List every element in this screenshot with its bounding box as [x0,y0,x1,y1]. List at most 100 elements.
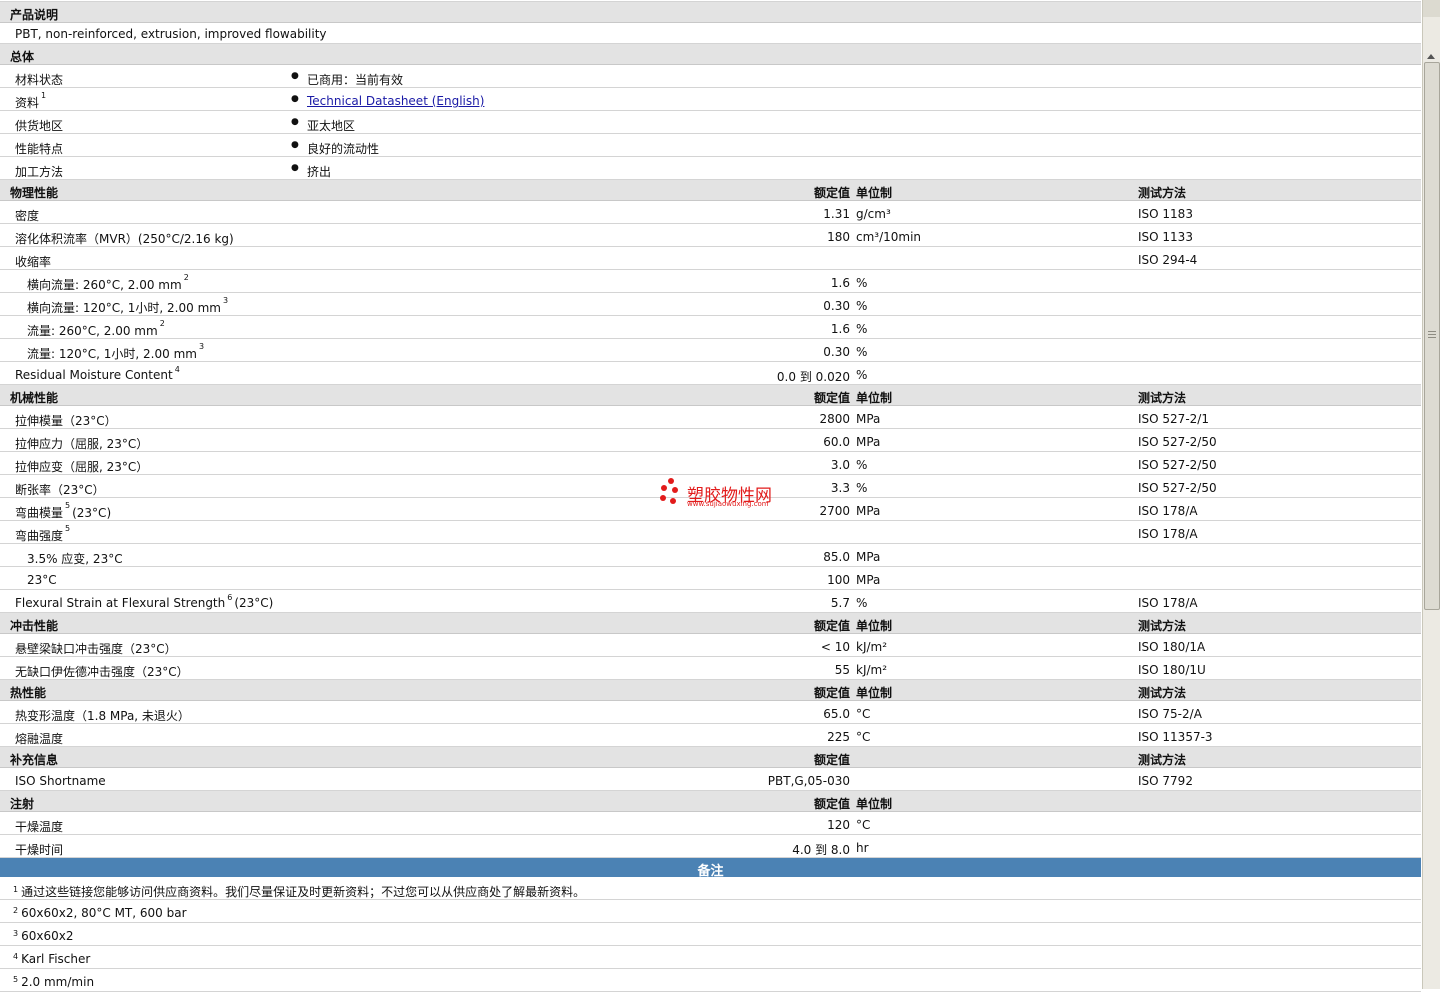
row-label-text: 拉伸模量（23°C） [15,414,117,428]
footnote-ref: 3 [222,296,229,305]
property-row: 3.5% 应变, 23°C 85.0 MPa [0,544,1421,567]
footnote-ref: 4 [174,365,180,374]
property-unit: MPa [856,550,881,564]
note-number: 3 [13,929,19,938]
test-method: ISO 527-2/1 [1138,412,1209,426]
section-header-general: 总体 [0,44,1421,65]
row-label-text: 加工方法 [15,165,64,179]
row-label-text: 横向流量: 260°C, 2.00 mm [27,278,182,292]
row-label-text: Residual Moisture Content [15,368,173,382]
section-header-supplemental: 补充信息 额定值 测试方法 [0,747,1421,768]
bullet-icon: ● [291,94,299,104]
note-content: 5 2.0 mm/min [13,975,94,989]
row-label-text: 拉伸应力（屈服, 23°C） [15,437,149,451]
test-method: ISO 178/A [1138,596,1198,610]
row-label-text: 热变形温度（1.8 MPa, 未退火） [15,709,190,723]
note-content: 1 通过这些链接您能够访问供应商资料。我们尽量保证及时更新资料；不过您可以从供应商… [13,883,585,900]
property-unit: g/cm³ [856,207,891,221]
row-label-text: 干燥时间 [15,843,64,857]
row-label: 流量: 260°C, 2.00 mm2 [27,319,165,339]
row-label: 溶化体积流率（MVR）(250°C/2.16 kg) [15,230,234,247]
property-unit: % [856,345,868,359]
row-label-text: Flexural Strain at Flexural Strength [15,596,226,610]
property-value: 120 [827,818,850,832]
row-label: Flexural Strain at Flexural Strength 6 (23… [15,593,274,610]
general-row: 供货地区 ● 亚太地区 [0,111,1421,134]
note-row: 4 Karl Fischer [0,946,1421,969]
row-label: 性能特点 [15,140,63,157]
footnote-ref: 2 [159,319,165,328]
property-unit: % [856,596,868,610]
footnote-ref: 2 [183,273,189,282]
property-value: 1.6 [830,322,850,336]
footnote-ref: 3 [198,342,205,351]
note-content: 2 60x60x2, 80°C MT, 600 bar [13,906,187,920]
notes-header: 备注 [0,858,1421,879]
scroll-up-arrow-icon [1427,54,1435,59]
row-label: 拉伸应力（屈服, 23°C） [15,435,148,452]
row-label-text: ISO Shortname [15,774,106,788]
note-row: 3 60x60x2 [0,923,1421,946]
datasheet-link[interactable]: Technical Datasheet (English) [307,94,484,108]
property-row: 溶化体积流率（MVR）(250°C/2.16 kg) 180 cm³/10min IS… [0,224,1421,247]
vertical-scrollbar[interactable] [1422,0,1440,989]
property-row: 拉伸应变（屈服, 23°C） 3.0% ISO 527-2/50 [0,452,1421,475]
property-unit: °C [856,730,871,744]
property-value: < 10 [820,640,850,654]
property-unit: °C [856,707,871,721]
test-method: ISO 527-2/50 [1138,458,1217,472]
column-header-unit: 单位制 [856,391,893,405]
property-unit: % [856,481,868,495]
row-label: 干燥温度 [15,818,63,835]
row-label-text: 收缩率 [15,255,52,269]
section-title: 产品说明 [10,8,59,22]
row-label: 加工方法 [15,163,63,180]
general-row: 材料状态 ● 已商用：当前有效 [0,65,1421,88]
row-label-text: 密度 [15,209,40,223]
property-row: 悬壁梁缺口冲击强度（23°C） < 10 kJ/m² ISO 180/1A [0,634,1421,657]
property-row: 流量: 260°C, 2.00 mm2 1.6% [0,316,1421,339]
note-text: 60x60x2, 80°C MT, 600 bar [21,906,187,920]
column-header-unit: 单位制 [856,186,893,200]
property-row: 干燥时间 4.0 到 8.0 hr [0,835,1421,858]
test-method: ISO 294-4 [1138,253,1198,267]
row-label: Residual Moisture Content 4 [15,365,180,382]
scroll-up-button[interactable] [1423,0,1440,17]
logo-dot-icon [670,498,676,504]
test-method: ISO 7792 [1138,774,1193,788]
section-title: 注射 [10,797,35,811]
row-label-text: 弯曲模量 [15,506,64,520]
note-text: 60x60x2 [21,929,74,943]
property-row: 拉伸应力（屈服, 23°C） 60.0 MPa ISO 527-2/50 [0,429,1421,452]
property-unit: MPa [856,412,881,426]
row-label-text: 无缺口伊佐德冲击强度（23°C） [15,665,189,679]
property-unit: % [856,276,868,290]
section-header-thermal: 热性能 额定值 单位制 测试方法 [0,680,1421,701]
property-row: 干燥温度 120 °C [0,812,1421,835]
scroll-thumb[interactable] [1424,62,1440,610]
column-header-test: 测试方法 [1138,186,1187,200]
section-header-description: 产品说明 [0,2,1421,23]
row-label: 拉伸应变（屈服, 23°C） [15,458,148,475]
watermark-site: www.sujiaowuxing.com [687,500,769,508]
row-label: 无缺口伊佐德冲击强度（23°C） [15,663,189,680]
row-label-suffix: (23°C) [234,596,274,610]
test-method: ISO 11357-3 [1138,730,1213,744]
column-header-value: 额定值 [813,186,850,200]
logo-dot-icon [660,495,666,501]
logo-dot-icon [672,487,678,493]
logo-dot-icon [668,478,674,484]
note-row: 2 60x60x2, 80°C MT, 600 bar [0,900,1421,923]
property-value: 55 [834,663,850,677]
general-row: 资料1 ● Technical Datasheet (English) [0,88,1421,111]
property-value: 1.31 [823,207,850,221]
note-text: 通过这些链接您能够访问供应商资料。我们尽量保证及时更新资料；不过您可以从供应商处… [21,885,586,899]
property-value: 225 [827,730,850,744]
row-label: 横向流量: 260°C, 2.00 mm2 [27,273,189,293]
row-label-text: 供货地区 [15,119,64,133]
property-value: 4.0 到 8.0 [792,843,850,857]
row-label-text: 拉伸应变（屈服, 23°C） [15,460,149,474]
general-row: 加工方法 ● 挤出 [0,157,1421,180]
bullet-icon: ● [291,71,299,81]
property-row: 拉伸模量（23°C） 2800 MPa ISO 527-2/1 [0,406,1421,429]
